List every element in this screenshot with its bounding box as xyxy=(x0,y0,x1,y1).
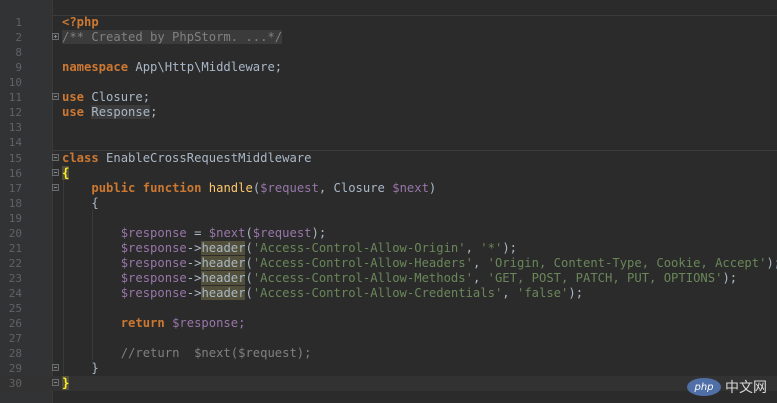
fold-collapse-icon[interactable] xyxy=(52,154,59,161)
code-text[interactable]: /** Created by PhpStorm. ...*/ xyxy=(62,30,283,45)
line-number: 21 xyxy=(8,242,22,255)
code-line[interactable]: 15 class EnableCrossRequestMiddleware xyxy=(0,151,777,166)
code-text[interactable]: } xyxy=(62,376,70,391)
fold-collapse-icon[interactable] xyxy=(52,169,59,176)
code-line[interactable]: 29 } xyxy=(0,361,777,376)
code-line[interactable]: 16 { xyxy=(0,166,777,181)
code-text[interactable]: $response->header('Access-Control-Allow-… xyxy=(62,256,777,271)
line-number: 15 xyxy=(8,152,22,165)
code-line[interactable]: 23 $response->header('Access-Control-All… xyxy=(0,271,777,286)
code-line[interactable]: 20 $response = $next($request); xyxy=(0,226,777,241)
code-line[interactable]: 17 public function handle($request, Clos… xyxy=(0,181,777,196)
code-text[interactable]: } xyxy=(62,361,98,376)
watermark-text: 中文网 xyxy=(725,380,767,396)
code-line[interactable]: 19 xyxy=(0,211,777,226)
code-line[interactable]: 21 $response->header('Access-Control-All… xyxy=(0,241,777,256)
line-number: 2 xyxy=(15,31,22,44)
matched-brace: } xyxy=(62,376,70,390)
line-number: 14 xyxy=(8,136,22,149)
line-number: 23 xyxy=(8,272,22,285)
code-text[interactable]: $response->header('Access-Control-Allow-… xyxy=(62,271,737,286)
code-line[interactable]: 18 { xyxy=(0,196,777,211)
code-line-current[interactable]: 30 } xyxy=(0,376,777,391)
line-number: 8 xyxy=(15,46,22,59)
fold-collapse-icon[interactable] xyxy=(52,379,59,386)
code-line[interactable]: 8 xyxy=(0,45,777,60)
line-number: 22 xyxy=(8,257,22,270)
code-text[interactable]: { xyxy=(62,196,98,211)
code-line[interactable]: 25 xyxy=(0,301,777,316)
php-logo-icon: php xyxy=(687,378,721,396)
line-number: 18 xyxy=(8,197,22,210)
folded-doc-comment: /** Created by PhpStorm. ...*/ xyxy=(62,30,283,44)
line-number: 9 xyxy=(15,61,22,74)
line-number: 28 xyxy=(8,347,22,360)
code-text[interactable]: namespace App\Http\Middleware; xyxy=(62,60,282,75)
line-number: 26 xyxy=(8,317,22,330)
code-editor[interactable]: 1 <?php 2 /** Created by PhpStorm. ...*/… xyxy=(0,0,777,403)
line-number: 13 xyxy=(8,121,22,134)
highlighted-method: header xyxy=(201,286,246,300)
matched-brace: { xyxy=(62,166,70,180)
line-number: 25 xyxy=(8,302,22,315)
highlighted-method: header xyxy=(201,256,246,270)
code-text[interactable]: $response->header('Access-Control-Allow-… xyxy=(62,241,517,256)
code-line[interactable]: 10 xyxy=(0,75,777,90)
watermark: php 中文网 xyxy=(687,377,767,397)
code-text[interactable]: //return $next($request); xyxy=(62,346,312,361)
code-text[interactable]: use Closure; xyxy=(62,90,150,105)
highlighted-method: header xyxy=(201,241,246,255)
line-number: 20 xyxy=(8,227,22,240)
code-text[interactable]: $response = $next($request); xyxy=(62,226,326,241)
code-line[interactable]: 13 xyxy=(0,120,777,135)
code-text[interactable]: class EnableCrossRequestMiddleware xyxy=(62,151,311,166)
code-text[interactable]: return $response; xyxy=(62,316,246,331)
code-line[interactable]: 24 $response->header('Access-Control-All… xyxy=(0,286,777,301)
code-text[interactable]: public function handle($request, Closure… xyxy=(62,181,436,196)
fold-collapse-icon[interactable] xyxy=(52,364,59,371)
code-line[interactable]: 1 <?php xyxy=(0,15,777,30)
code-line[interactable]: 14 xyxy=(0,135,777,150)
line-number: 16 xyxy=(8,167,22,180)
fold-collapse-icon[interactable] xyxy=(52,184,59,191)
code-line[interactable]: 9 namespace App\Http\Middleware; xyxy=(0,60,777,75)
line-number: 12 xyxy=(8,106,22,119)
code-text[interactable]: { xyxy=(62,166,70,181)
line-number: 29 xyxy=(8,362,22,375)
line-number: 30 xyxy=(8,377,22,390)
line-number: 1 xyxy=(15,16,22,29)
fold-expand-icon[interactable] xyxy=(52,33,59,40)
code-line[interactable]: 26 return $response; xyxy=(0,316,777,331)
code-text[interactable]: <?php xyxy=(62,15,99,30)
code-line[interactable]: 12 use Response; xyxy=(0,105,777,120)
line-number: 27 xyxy=(8,332,22,345)
code-line[interactable]: 22 $response->header('Access-Control-All… xyxy=(0,256,777,271)
line-number: 19 xyxy=(8,212,22,225)
code-line[interactable]: 28 //return $next($request); xyxy=(0,346,777,361)
code-line[interactable]: 11 use Closure; xyxy=(0,90,777,105)
line-number: 24 xyxy=(8,287,22,300)
fold-collapse-icon[interactable] xyxy=(52,93,59,100)
line-number: 11 xyxy=(8,91,22,104)
code-line[interactable]: 27 xyxy=(0,331,777,346)
line-number: 17 xyxy=(8,182,22,195)
line-number: 10 xyxy=(8,76,22,89)
code-line[interactable]: 2 /** Created by PhpStorm. ...*/ xyxy=(0,30,777,45)
code-text[interactable]: $response->header('Access-Control-Allow-… xyxy=(62,286,583,301)
highlighted-method: header xyxy=(201,271,246,285)
unused-import: Response xyxy=(91,105,151,119)
code-text[interactable]: use Response; xyxy=(62,105,157,120)
